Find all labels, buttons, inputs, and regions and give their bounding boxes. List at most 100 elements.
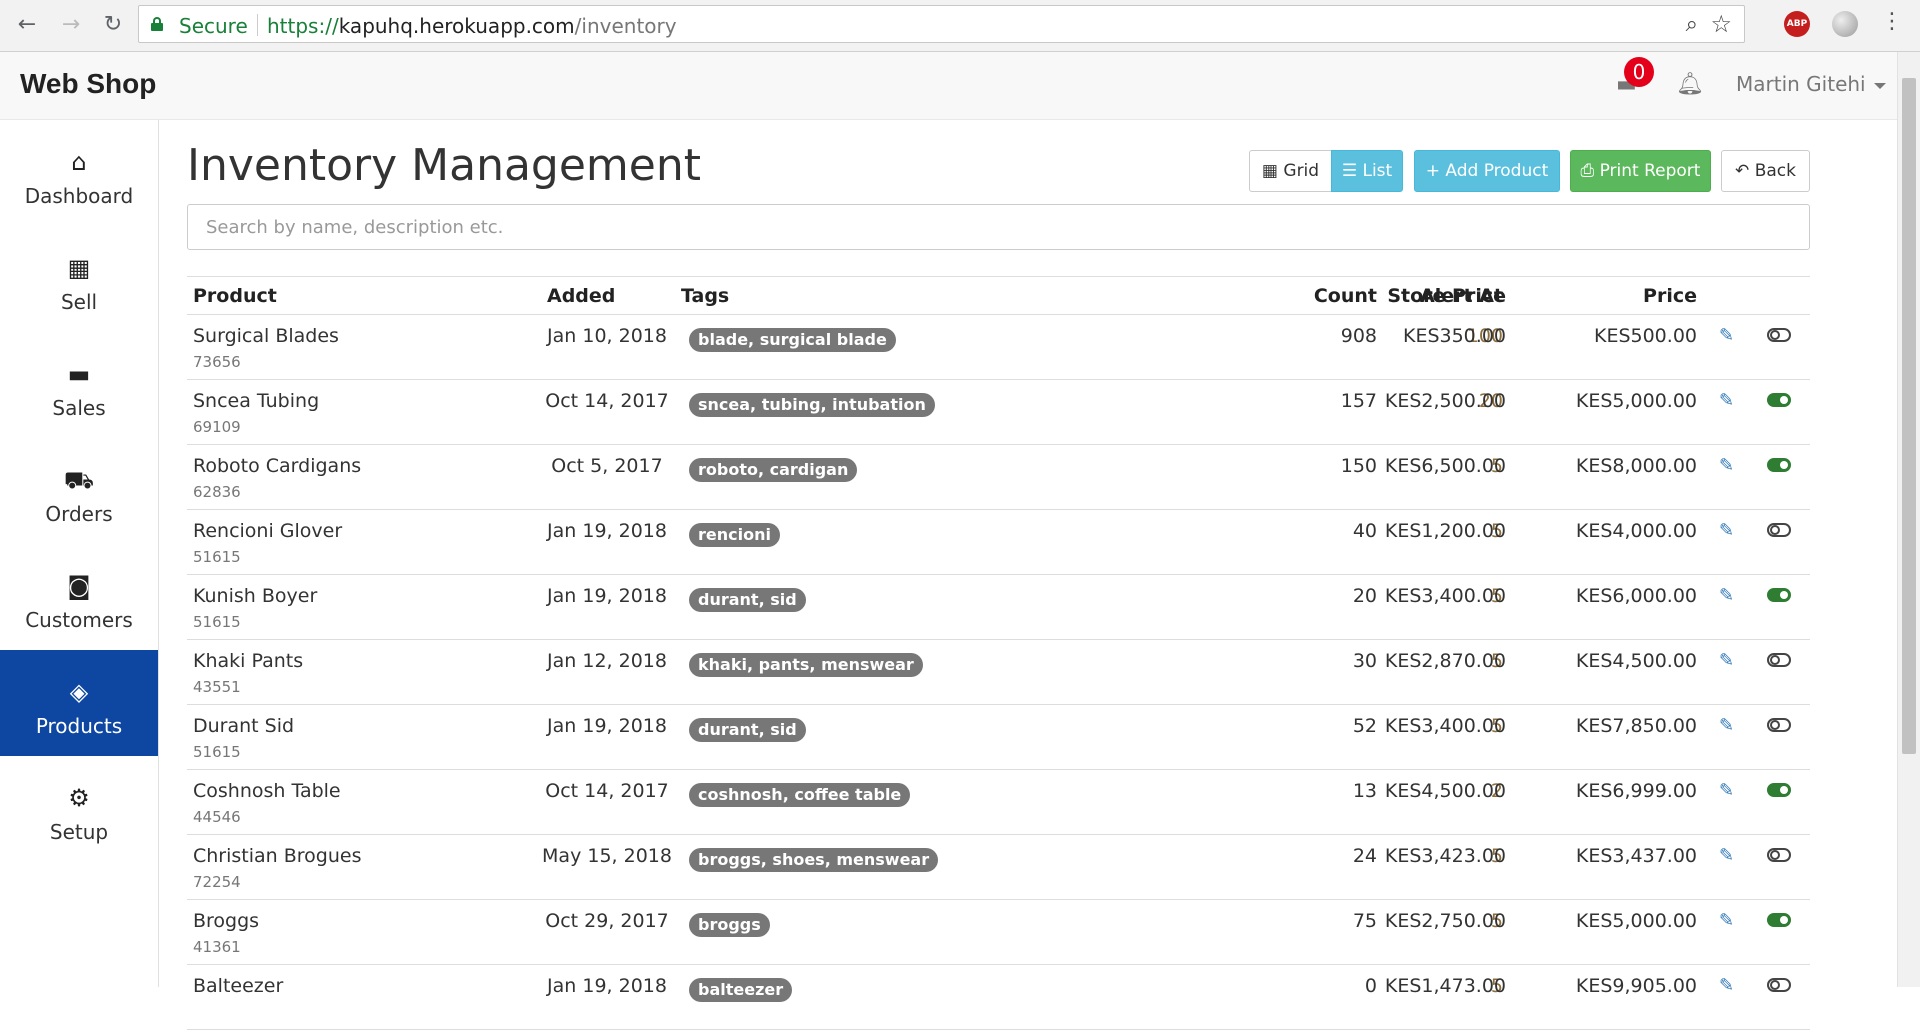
caret-down-icon [1873, 82, 1886, 89]
product-name[interactable]: Sncea Tubing [193, 390, 319, 412]
price-value: KES500.00 [1593, 325, 1697, 347]
added-date: Jan 19, 2018 [547, 715, 667, 737]
edit-pencil-icon[interactable]: ✎ [1719, 520, 1734, 541]
product-name[interactable]: Khaki Pants [193, 650, 303, 672]
product-name[interactable]: Durant Sid [193, 715, 294, 737]
active-toggle[interactable] [1767, 653, 1791, 667]
table-row: Khaki Pants 43551 Jan 12, 2018 khaki, pants… [187, 640, 1810, 705]
column-header-price[interactable]: Price [1643, 285, 1697, 307]
toggle-knob [1770, 655, 1780, 665]
address-separator [257, 14, 258, 36]
edit-pencil-icon[interactable]: ✎ [1719, 845, 1734, 866]
sidebar-item-products[interactable]: ◈ Products [0, 650, 158, 756]
product-name[interactable]: Coshnosh Table [193, 780, 341, 802]
edit-pencil-icon[interactable]: ✎ [1719, 910, 1734, 931]
column-header-count[interactable]: Count [1314, 285, 1377, 307]
list-view-label: List [1362, 161, 1393, 181]
sidebar-item-dashboard[interactable]: ⌂ Dashboard [0, 120, 158, 226]
sidebar-item-setup[interactable]: ⚙ Setup [0, 756, 158, 862]
back-button[interactable]: ↶ Back [1721, 150, 1810, 192]
grid-icon: ▦ [1261, 161, 1284, 181]
active-toggle[interactable] [1767, 588, 1791, 602]
page-scrollbar[interactable] [1897, 52, 1920, 987]
table-row: Surgical Blades 73656 Jan 10, 2018 blade, s… [187, 315, 1810, 380]
brand-logo[interactable]: Web Shop [20, 68, 156, 100]
address-bar[interactable]: Secure https://kapuhq.herokuapp.com/inve… [138, 5, 1745, 43]
edit-pencil-icon[interactable]: ✎ [1719, 715, 1734, 736]
count-value: 40 [1352, 520, 1377, 542]
product-sku: 43551 [193, 678, 241, 696]
edit-pencil-icon[interactable]: ✎ [1719, 455, 1734, 476]
edit-pencil-icon[interactable]: ✎ [1719, 650, 1734, 671]
tags-badge: coshnosh, coffee table [689, 783, 911, 807]
sidebar-item-sales[interactable]: ▬ Sales [0, 332, 158, 438]
product-name[interactable]: Roboto Cardigans [193, 455, 361, 477]
active-toggle[interactable] [1767, 978, 1791, 992]
product-name[interactable]: Balteezer [193, 975, 283, 997]
bell-icon[interactable]: 🔔︎ [1676, 72, 1704, 97]
active-toggle[interactable] [1767, 393, 1791, 407]
page-title: Inventory Management [187, 140, 701, 191]
grid-view-button[interactable]: ▦ Grid [1249, 150, 1331, 192]
edit-pencil-icon[interactable]: ✎ [1719, 585, 1734, 606]
edit-pencil-icon[interactable]: ✎ [1719, 390, 1734, 411]
sidebar-item-label: Customers [25, 608, 133, 632]
active-toggle[interactable] [1767, 783, 1791, 797]
grid-view-label: Grid [1283, 161, 1320, 181]
added-date: May 15, 2018 [542, 845, 672, 867]
sidebar-item-orders[interactable]: ⛟ Orders [0, 438, 158, 544]
edit-pencil-icon[interactable]: ✎ [1719, 325, 1734, 346]
forward-arrow-icon[interactable]: → [56, 10, 86, 40]
edit-pencil-icon[interactable]: ✎ [1719, 975, 1734, 996]
secure-label: Secure [179, 14, 248, 38]
column-header-added[interactable]: Added [547, 285, 615, 307]
product-name[interactable]: Rencioni Glover [193, 520, 342, 542]
added-date: Oct 5, 2017 [551, 455, 663, 477]
product-name[interactable]: Surgical Blades [193, 325, 339, 347]
toggle-knob [1780, 786, 1788, 794]
reload-icon[interactable]: ↻ [98, 10, 128, 40]
product-name[interactable]: Broggs [193, 910, 259, 932]
product-name[interactable]: Christian Brogues [193, 845, 362, 867]
column-header-tags[interactable]: Tags [681, 285, 729, 307]
column-header-product[interactable]: Product [193, 285, 277, 307]
store-price-value: KES3,423.00 [1384, 845, 1506, 867]
scrollbar-thumb[interactable] [1902, 78, 1916, 754]
active-toggle[interactable] [1767, 913, 1791, 927]
list-view-button[interactable]: ☰ List [1331, 150, 1403, 192]
print-report-button[interactable]: ⎙ Print Report [1570, 150, 1711, 192]
toggle-knob [1770, 980, 1780, 990]
edit-pencil-icon[interactable]: ✎ [1719, 780, 1734, 801]
product-sku: 62836 [193, 483, 241, 501]
adblock-extension-icon[interactable]: ABP [1784, 11, 1810, 37]
active-toggle[interactable] [1767, 718, 1791, 732]
globe-extension-icon[interactable] [1832, 11, 1858, 37]
count-value: 150 [1340, 455, 1377, 477]
price-value: KES5,000.00 [1575, 390, 1697, 412]
active-toggle[interactable] [1767, 458, 1791, 472]
back-arrow-icon[interactable]: ← [12, 10, 42, 40]
add-product-button[interactable]: + Add Product [1414, 150, 1560, 192]
active-toggle[interactable] [1767, 328, 1791, 342]
column-header-store-price[interactable]: Store Price [1387, 285, 1506, 307]
url-text[interactable]: https://kapuhq.herokuapp.com/inventory [267, 14, 677, 38]
search-input[interactable] [187, 204, 1810, 250]
store-price-value: KES4,500.00 [1384, 780, 1506, 802]
back-label: Back [1754, 161, 1796, 181]
sidebar-item-label: Sell [60, 290, 98, 314]
table-row: Sncea Tubing 69109 Oct 14, 2017 sncea, tubi… [187, 380, 1810, 445]
count-value: 157 [1340, 390, 1377, 412]
toggle-knob [1780, 461, 1788, 469]
sidebar-item-customers[interactable]: ◙ Customers [0, 544, 158, 650]
table-header: Product Added Tags Count Alert At Store … [187, 276, 1810, 315]
sidebar-item-sell[interactable]: ▦ Sell [0, 226, 158, 332]
active-toggle[interactable] [1767, 523, 1791, 537]
zoom-icon[interactable]: ⌕ [1686, 12, 1698, 37]
truck-icon: ⛟ [63, 466, 95, 494]
more-menu-icon[interactable]: ⋮ [1880, 9, 1904, 34]
active-toggle[interactable] [1767, 848, 1791, 862]
bookmark-star-icon[interactable]: ☆ [1710, 10, 1732, 38]
credit-card-icon: ▬ [67, 360, 91, 388]
user-menu[interactable]: Martin Gitehi [1736, 72, 1886, 96]
product-name[interactable]: Kunish Boyer [193, 585, 317, 607]
